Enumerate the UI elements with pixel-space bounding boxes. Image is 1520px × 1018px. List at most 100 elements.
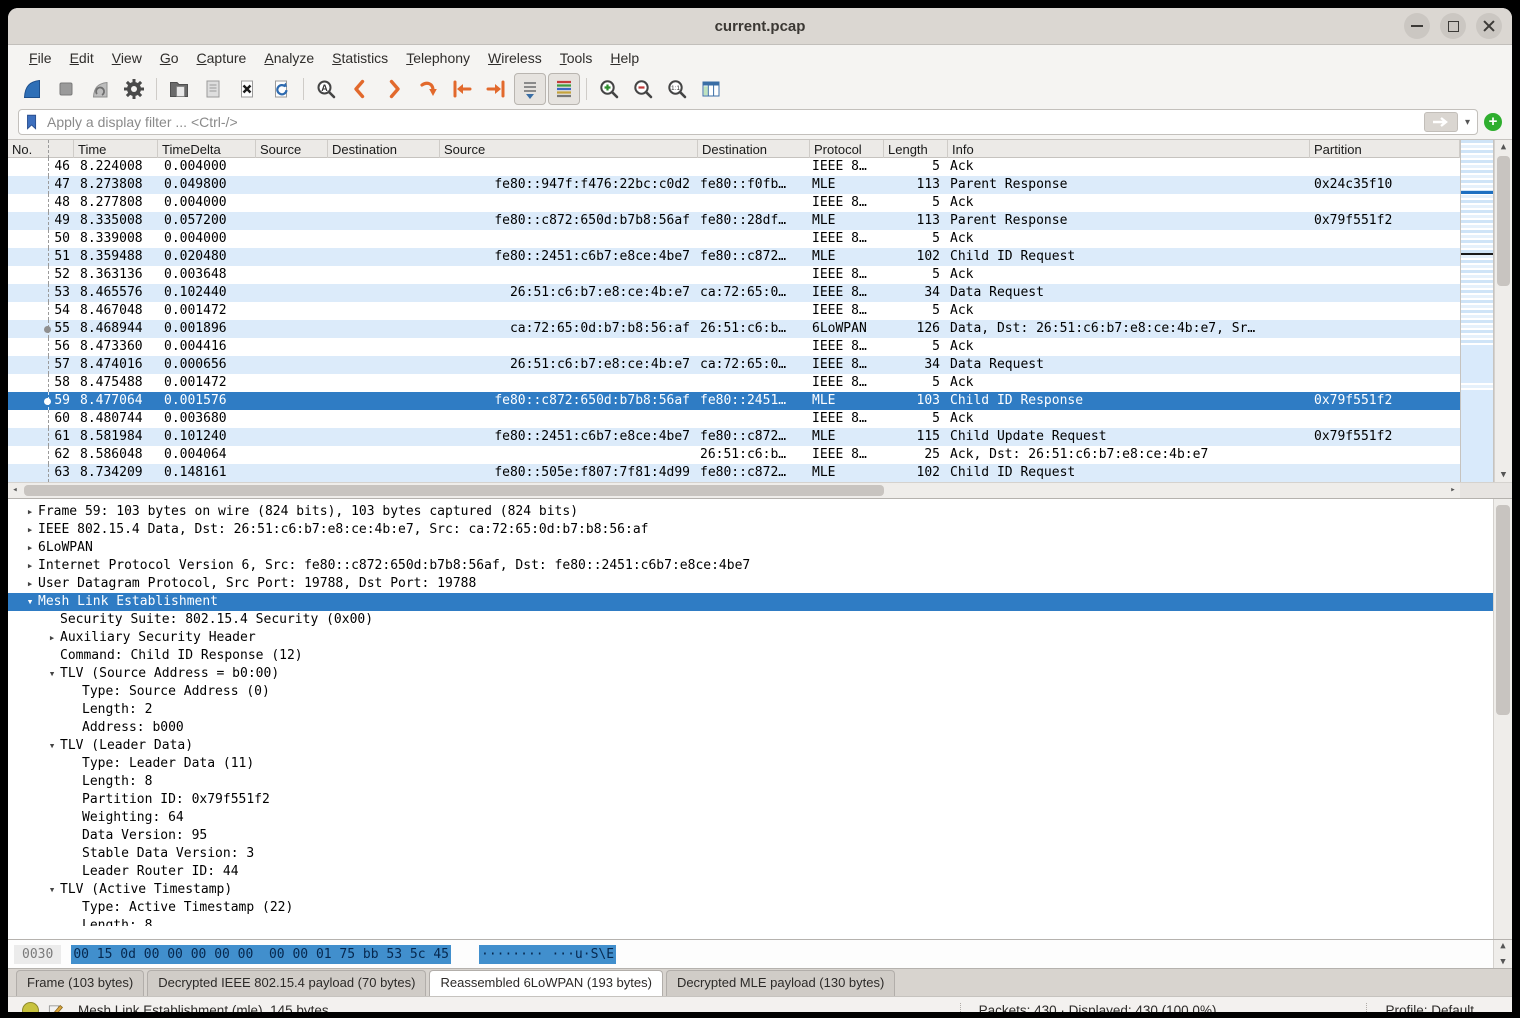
go-back-button[interactable] bbox=[344, 73, 376, 105]
details-vertical-scrollbar[interactable] bbox=[1493, 499, 1512, 939]
packet-row-55[interactable]: 558.4689440.001896ca:72:65:0d:b7:b8:56:a… bbox=[8, 320, 1460, 338]
packet-row-59[interactable]: 598.4770640.001576fe80::c872:650d:b7b8:5… bbox=[8, 392, 1460, 410]
filter-dropdown-caret[interactable]: ▾ bbox=[1462, 117, 1473, 128]
packet-row-54[interactable]: 548.4670480.001472IEEE 8…5Ack bbox=[8, 302, 1460, 320]
menu-help[interactable]: Help bbox=[601, 48, 648, 68]
hscroll-thumb[interactable] bbox=[24, 485, 884, 496]
menu-statistics[interactable]: Statistics bbox=[323, 48, 397, 68]
menu-edit[interactable]: Edit bbox=[61, 48, 103, 68]
detail-line[interactable]: ▾TLV (Source Address = b0:00) bbox=[8, 665, 1512, 683]
packet-row-62[interactable]: 628.5860480.00406426:51:c6:b…IEEE 8…25Ac… bbox=[8, 446, 1460, 464]
detail-line[interactable]: ▾TLV (Leader Data) bbox=[8, 737, 1512, 755]
detail-line[interactable]: Address: b000 bbox=[8, 719, 1512, 737]
detail-line[interactable]: Stable Data Version: 3 bbox=[8, 845, 1512, 863]
menu-view[interactable]: View bbox=[103, 48, 151, 68]
packet-row-46[interactable]: 468.2240080.004000IEEE 8…5Ack bbox=[8, 158, 1460, 176]
add-filter-button[interactable]: + bbox=[1484, 113, 1502, 131]
packet-list-vertical-scrollbar[interactable]: ▲ ▼ bbox=[1494, 140, 1512, 482]
packet-row-48[interactable]: 488.2778080.004000IEEE 8…5Ack bbox=[8, 194, 1460, 212]
column-header-destination-4[interactable]: Destination bbox=[328, 140, 440, 158]
detail-line[interactable]: Type: Leader Data (11) bbox=[8, 755, 1512, 773]
column-header-info-9[interactable]: Info bbox=[948, 140, 1310, 158]
packet-minimap-scrollbar[interactable] bbox=[1460, 140, 1494, 482]
detail-line[interactable]: ▸User Datagram Protocol, Src Port: 19788… bbox=[8, 575, 1512, 593]
detail-line[interactable]: Security Suite: 802.15.4 Security (0x00) bbox=[8, 611, 1512, 629]
stop-capture-button[interactable] bbox=[50, 73, 82, 105]
restart-capture-button[interactable] bbox=[84, 73, 116, 105]
detail-line[interactable]: Command: Child ID Response (12) bbox=[8, 647, 1512, 665]
menu-wireless[interactable]: Wireless bbox=[479, 48, 551, 68]
column-header-timedelta-2[interactable]: TimeDelta bbox=[158, 140, 256, 158]
collapsed-arrow-icon[interactable]: ▸ bbox=[22, 575, 38, 593]
detail-line[interactable]: Leader Router ID: 44 bbox=[8, 863, 1512, 881]
minimize-button[interactable] bbox=[1404, 13, 1430, 39]
column-header-no-0[interactable]: No. bbox=[8, 140, 74, 158]
scroll-thumb[interactable] bbox=[1497, 156, 1510, 286]
close-file-button[interactable] bbox=[231, 73, 263, 105]
column-header-length-8[interactable]: Length bbox=[884, 140, 948, 158]
zoom-in-button[interactable] bbox=[593, 73, 625, 105]
expanded-arrow-icon[interactable]: ▾ bbox=[44, 737, 60, 755]
go-first-packet-button[interactable] bbox=[446, 73, 478, 105]
expanded-arrow-icon[interactable]: ▾ bbox=[44, 665, 60, 683]
save-file-button[interactable] bbox=[197, 73, 229, 105]
packet-row-53[interactable]: 538.4655760.10244026:51:c6:b7:e8:ce:4b:e… bbox=[8, 284, 1460, 302]
detail-line[interactable]: ▸Frame 59: 103 bytes on wire (824 bits),… bbox=[8, 503, 1512, 521]
status-profile[interactable]: Profile: Default bbox=[1366, 1003, 1474, 1012]
expanded-arrow-icon[interactable]: ▾ bbox=[22, 593, 38, 611]
colorize-packets-button[interactable] bbox=[548, 73, 580, 105]
byte-view-tab[interactable]: Decrypted IEEE 802.15.4 payload (70 byte… bbox=[147, 970, 426, 996]
expanded-arrow-icon[interactable]: ▾ bbox=[44, 881, 60, 899]
close-button[interactable] bbox=[1476, 13, 1502, 39]
packet-row-51[interactable]: 518.3594880.020480fe80::2451:c6b7:e8ce:4… bbox=[8, 248, 1460, 266]
detail-line[interactable]: ▸IEEE 802.15.4 Data, Dst: 26:51:c6:b7:e8… bbox=[8, 521, 1512, 539]
column-header-destination-6[interactable]: Destination bbox=[698, 140, 810, 158]
column-header-source-3[interactable]: Source bbox=[256, 140, 328, 158]
menu-telephony[interactable]: Telephony bbox=[397, 48, 479, 68]
detail-line[interactable]: ▾TLV (Active Timestamp) bbox=[8, 881, 1512, 899]
detail-line[interactable]: ▾Mesh Link Establishment bbox=[8, 593, 1512, 611]
packet-row-47[interactable]: 478.2738080.049800fe80::947f:f476:22bc:c… bbox=[8, 176, 1460, 194]
collapsed-arrow-icon[interactable]: ▸ bbox=[44, 629, 60, 647]
menu-analyze[interactable]: Analyze bbox=[255, 48, 323, 68]
zoom-out-button[interactable] bbox=[627, 73, 659, 105]
packet-row-50[interactable]: 508.3390080.004000IEEE 8…5Ack bbox=[8, 230, 1460, 248]
collapsed-arrow-icon[interactable]: ▸ bbox=[22, 503, 38, 521]
expert-info-icon[interactable] bbox=[22, 1002, 39, 1012]
column-header-partition-10[interactable]: Partition bbox=[1310, 140, 1460, 158]
packet-row-49[interactable]: 498.3350080.057200fe80::c872:650d:b7b8:5… bbox=[8, 212, 1460, 230]
collapsed-arrow-icon[interactable]: ▸ bbox=[22, 539, 38, 557]
detail-line[interactable]: Length: 8 bbox=[8, 917, 1512, 926]
byte-view-tab[interactable]: Reassembled 6LoWPAN (193 bytes) bbox=[429, 970, 662, 996]
column-header-source-5[interactable]: Source bbox=[440, 140, 698, 158]
zoom-original-button[interactable]: 1:1 bbox=[661, 73, 693, 105]
bytes-vertical-scrollbar[interactable]: ▲▼ bbox=[1493, 940, 1512, 968]
detail-line[interactable]: Length: 8 bbox=[8, 773, 1512, 791]
byte-view-tab[interactable]: Decrypted MLE payload (130 bytes) bbox=[666, 970, 895, 996]
detail-line[interactable]: Type: Source Address (0) bbox=[8, 683, 1512, 701]
maximize-button[interactable] bbox=[1440, 13, 1466, 39]
packet-row-60[interactable]: 608.4807440.003680IEEE 8…5Ack bbox=[8, 410, 1460, 428]
capture-options-button[interactable] bbox=[118, 73, 150, 105]
scroll-left-arrow[interactable]: ◂ bbox=[8, 483, 22, 498]
capture-comment-icon[interactable] bbox=[47, 1002, 64, 1012]
detail-line[interactable]: ▸6LoWPAN bbox=[8, 539, 1512, 557]
resize-columns-button[interactable] bbox=[695, 73, 727, 105]
detail-line[interactable]: Partition ID: 0x79f551f2 bbox=[8, 791, 1512, 809]
scroll-right-arrow[interactable]: ▸ bbox=[1446, 483, 1460, 498]
display-filter-input[interactable] bbox=[45, 113, 1420, 131]
bookmark-icon[interactable] bbox=[23, 113, 41, 131]
detail-line[interactable]: ▸Auxiliary Security Header bbox=[8, 629, 1512, 647]
detail-line[interactable]: Data Version: 95 bbox=[8, 827, 1512, 845]
detail-line[interactable]: Weighting: 64 bbox=[8, 809, 1512, 827]
hex-ascii-highlighted[interactable]: ········ ···u·S\E bbox=[479, 945, 616, 964]
detail-line[interactable]: Type: Active Timestamp (22) bbox=[8, 899, 1512, 917]
open-file-button[interactable] bbox=[163, 73, 195, 105]
hex-bytes-highlighted[interactable]: 00 15 0d 00 00 00 00 00 00 00 01 75 bb 5… bbox=[71, 945, 451, 964]
reload-file-button[interactable] bbox=[265, 73, 297, 105]
collapsed-arrow-icon[interactable]: ▸ bbox=[22, 557, 38, 575]
find-packet-button[interactable]: A bbox=[310, 73, 342, 105]
menu-go[interactable]: Go bbox=[151, 48, 188, 68]
column-header-protocol-7[interactable]: Protocol bbox=[810, 140, 884, 158]
go-last-packet-button[interactable] bbox=[480, 73, 512, 105]
